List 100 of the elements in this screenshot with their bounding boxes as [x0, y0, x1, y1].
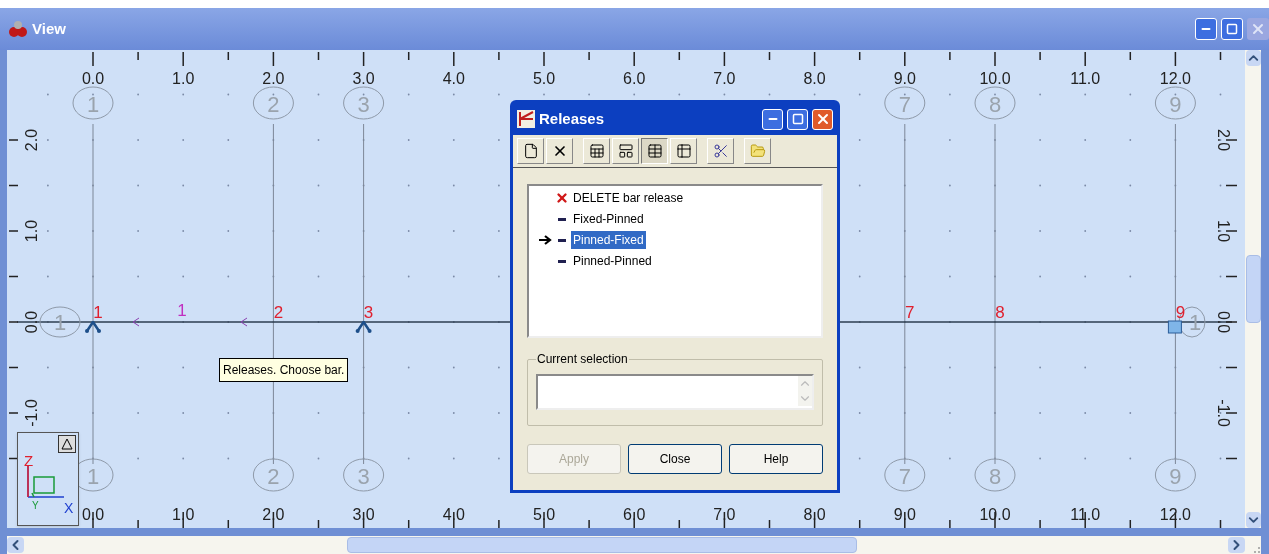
axis-label: 1.0 — [23, 219, 40, 243]
maximize-button[interactable] — [787, 108, 808, 130]
maximize-icon — [791, 113, 804, 125]
app-logo-icon — [8, 20, 28, 38]
scroll-thumb[interactable] — [1245, 255, 1261, 323]
axis-label: 4.0 — [442, 506, 465, 523]
table-icon — [646, 143, 663, 159]
sheet-icon — [588, 143, 605, 159]
axis-label: 11.0 — [1070, 506, 1101, 523]
axis-label: 5.0 — [532, 506, 556, 523]
node-number: 7 — [905, 303, 915, 322]
release-tool-icon — [517, 110, 535, 128]
axis-label: 10.0 — [979, 70, 1011, 87]
axis-label: 3.0 — [352, 70, 375, 87]
node-number: 3 — [363, 303, 374, 322]
grid-line-label: 9 — [1154, 86, 1196, 120]
node-number: 1 — [93, 303, 103, 322]
axis-label: 3.0 — [352, 506, 375, 523]
dialog-button[interactable]: Close — [628, 444, 722, 474]
axis-label: 7.0 — [713, 70, 736, 87]
triangle-icon — [61, 438, 73, 450]
fixed-support-icon — [1167, 320, 1182, 334]
axis-label: 2.0 — [23, 128, 40, 152]
axis-label: 9.0 — [893, 506, 916, 523]
minimize-button[interactable] — [762, 108, 783, 130]
scroll-right-icon[interactable] — [1228, 537, 1245, 553]
node-number: 9 — [1175, 303, 1186, 322]
axis-label: 8.0 — [803, 70, 826, 87]
axis-label: 0.0 — [81, 506, 105, 523]
axis-label: 11.0 — [1070, 70, 1101, 87]
axis-label: 7.0 — [713, 506, 736, 523]
list-item[interactable]: Fixed-Pinned — [571, 210, 646, 228]
resize-grip-icon[interactable] — [1251, 544, 1261, 554]
pinned-support-icon — [85, 319, 101, 333]
close-button[interactable] — [812, 108, 833, 130]
page-icon — [522, 143, 539, 159]
bar-icon — [558, 259, 566, 263]
tooltip: Releases. Choose bar. — [219, 358, 349, 382]
list-item[interactable]: DELETE bar release — [571, 189, 686, 207]
pinned-support-icon — [355, 319, 372, 333]
axis-label: 8.0 — [803, 506, 826, 523]
bar-number: 1 — [177, 301, 187, 320]
axis-label: 10.0 — [979, 506, 1011, 523]
node-number: 2 — [273, 303, 284, 322]
grid-line-label: 1 — [72, 86, 114, 120]
axis-label: 0.0 — [1215, 310, 1232, 334]
axis-label: 2.0 — [262, 506, 285, 523]
axis-label: 2.0 — [262, 70, 285, 87]
axis-label: 1.0 — [172, 70, 195, 87]
axis-label: 4.0 — [442, 70, 465, 87]
toolbar-button[interactable] — [641, 138, 668, 164]
close-icon — [1250, 21, 1266, 37]
scroll-left-icon[interactable] — [7, 537, 24, 553]
node-number: 8 — [995, 303, 1005, 322]
axis-label: 12.0 — [1159, 506, 1191, 523]
axis-label: 9.0 — [893, 70, 916, 87]
group-label: Current selection — [536, 351, 629, 368]
axis-label: 1.0 — [172, 506, 195, 523]
axis-label: 0.0 — [81, 70, 105, 87]
window-title: View — [32, 18, 66, 39]
grid-line-label: 8 — [974, 86, 1016, 120]
axis-label: 2.0 — [1215, 128, 1232, 152]
list-item[interactable]: Pinned-Fixed — [571, 231, 646, 249]
list-item[interactable]: Pinned-Pinned — [571, 252, 654, 270]
axis-label: 1.0 — [1215, 219, 1232, 243]
axis-label: 6.0 — [623, 70, 646, 87]
scroll-up-icon[interactable] — [1245, 50, 1261, 66]
vertical-scrollbar[interactable] — [1245, 50, 1261, 528]
table-icon — [675, 143, 692, 159]
maximize-icon — [1226, 23, 1238, 35]
minimize-button[interactable] — [1195, 18, 1217, 40]
grid-line-label: 9 — [1154, 458, 1196, 492]
axis-label: -1.0 — [23, 399, 40, 427]
panel-icon — [617, 143, 634, 159]
axis-label: 0.0 — [23, 310, 40, 334]
scroll-thumb[interactable] — [347, 537, 857, 553]
grid-line-label: 8 — [974, 458, 1016, 492]
y-axis-label: Y — [32, 501, 39, 511]
delete-icon — [555, 191, 569, 205]
dialog-button[interactable]: Help — [729, 444, 823, 474]
axis-label: 5.0 — [532, 70, 556, 87]
scroll-down-icon[interactable] — [1245, 512, 1261, 528]
grid-line-label: 7 — [884, 458, 926, 492]
view-up-button[interactable] — [58, 435, 76, 453]
folder-icon — [749, 143, 766, 159]
scissors-icon — [712, 143, 729, 159]
grid-line-label: 2 — [252, 86, 294, 120]
grid-line-label: 7 — [884, 86, 926, 120]
axis-label: 12.0 — [1159, 70, 1191, 87]
horizontal-scrollbar[interactable] — [7, 536, 1245, 554]
grid-line-label: 3 — [343, 86, 385, 120]
axis-label: -1.0 — [1215, 399, 1232, 427]
bar-icon — [558, 238, 566, 242]
z-axis-label: Z — [24, 453, 34, 468]
axis-label: 6.0 — [623, 506, 646, 523]
arrow-icon — [539, 235, 553, 245]
x-axis-label: X — [64, 501, 74, 515]
grid-line-label: 3 — [343, 458, 385, 492]
bar-icon — [558, 217, 566, 221]
maximize-button[interactable] — [1221, 18, 1243, 40]
